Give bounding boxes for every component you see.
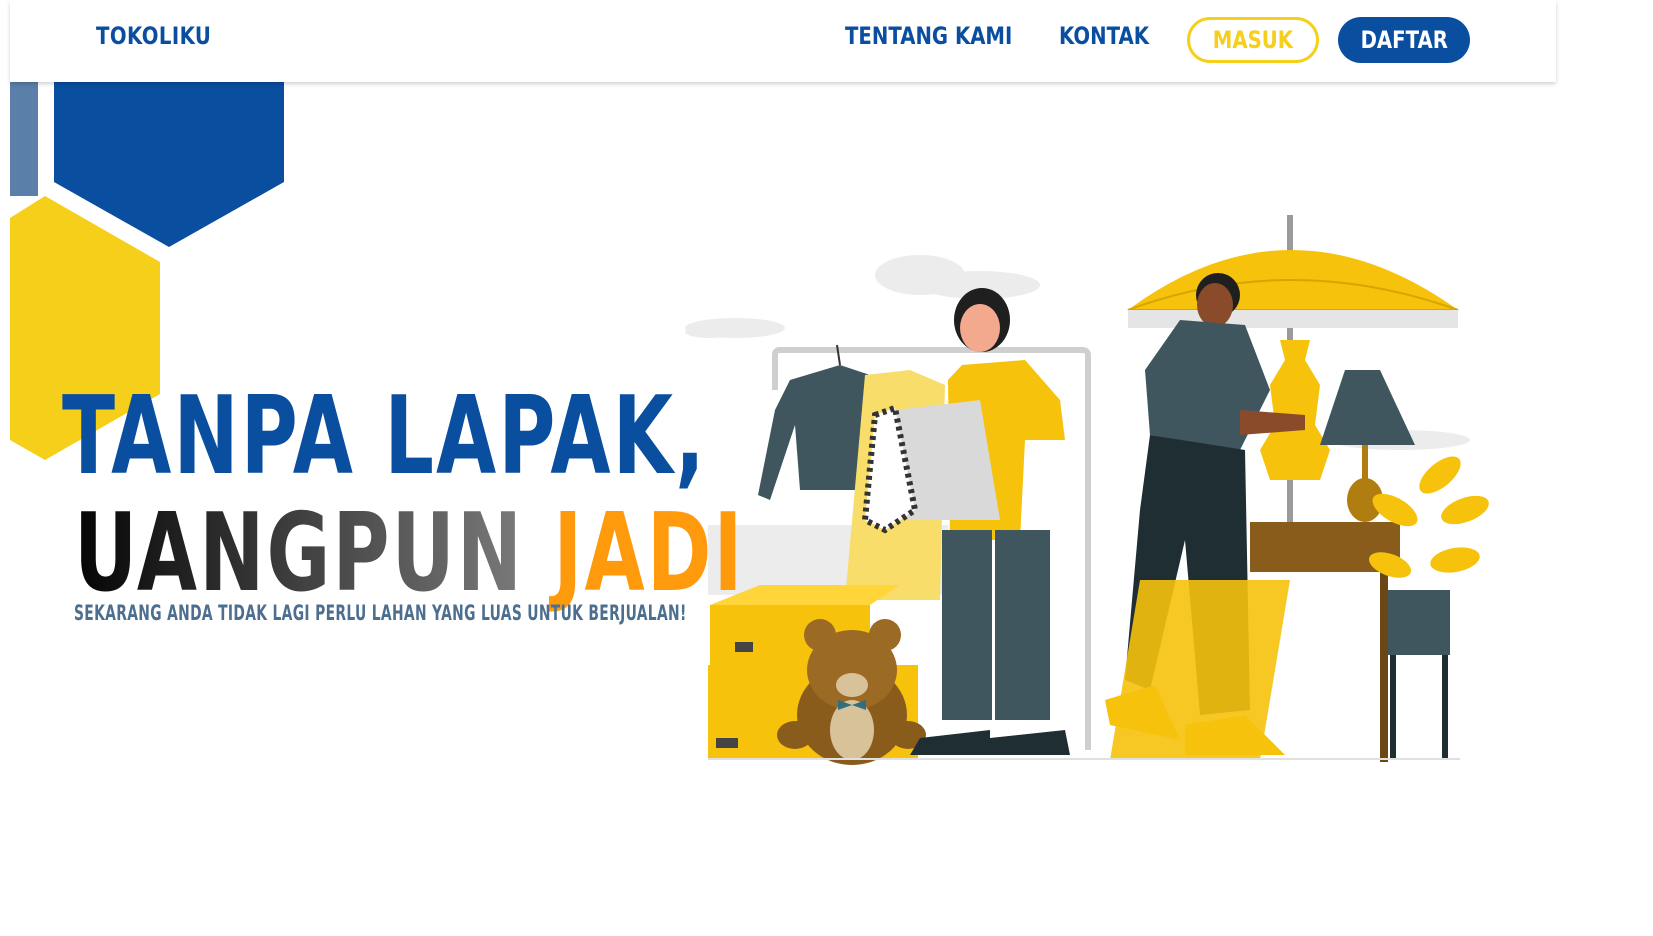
top-navbar: TOKOLIKU TENTANG KAMI KONTAK MASUK DAFTA… <box>10 0 1556 82</box>
hero-headline-line2: UANGPUN JADI <box>74 500 745 608</box>
slate-hex-strip <box>10 82 38 196</box>
golden-vase <box>1260 340 1330 480</box>
login-button-label: MASUK <box>1212 26 1294 54</box>
man-figure <box>1105 273 1305 760</box>
register-button-label: DAFTAR <box>1360 26 1448 54</box>
hero-headline-line1: TANPA LAPAK, <box>62 374 707 499</box>
hero-headline-uangpun: UANGPUN <box>74 491 525 616</box>
brand-logo[interactable]: TOKOLIKU <box>96 22 211 50</box>
nav-link-kontak[interactable]: KONTAK <box>1059 22 1149 50</box>
hero-subtitle: SEKARANG ANDA TIDAK LAGI PERLU LAHAN YAN… <box>74 601 687 625</box>
register-button[interactable]: DAFTAR <box>1338 17 1470 63</box>
flea-market-seller-illustration <box>685 215 1489 765</box>
login-button[interactable]: MASUK <box>1187 17 1319 63</box>
hero-headline-jadi: JADI <box>553 491 745 616</box>
nav-link-tentang-kami[interactable]: TENTANG KAMI <box>845 22 1012 50</box>
